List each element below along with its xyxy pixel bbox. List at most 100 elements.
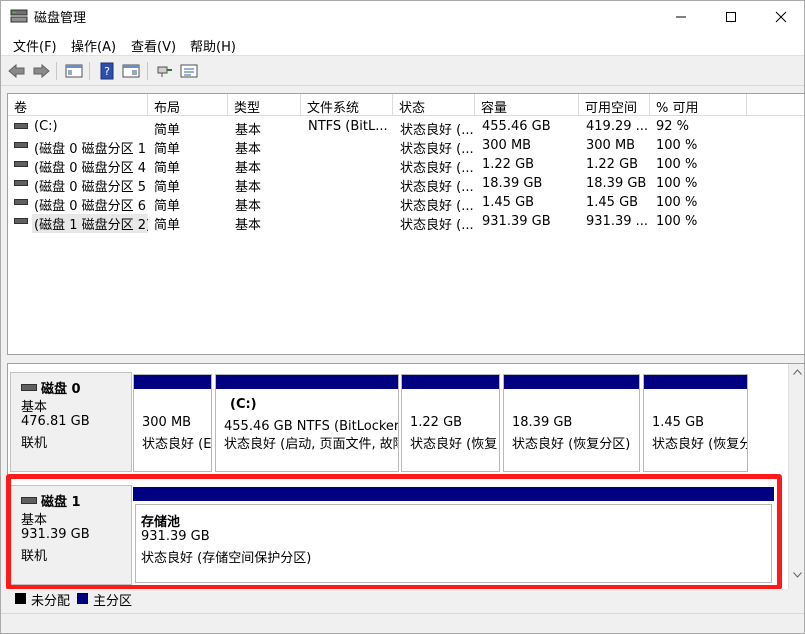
menu-file[interactable]: 文件(F) bbox=[13, 36, 57, 55]
col-header-layout[interactable]: 布局 bbox=[148, 94, 228, 116]
minimize-button[interactable] bbox=[656, 1, 706, 32]
col-header-filesystem[interactable]: 文件系统 bbox=[301, 94, 393, 116]
show-console-tree-button[interactable] bbox=[64, 61, 84, 81]
volume-capacity: 18.39 GB bbox=[482, 176, 543, 191]
volume-icon bbox=[14, 199, 28, 205]
volume-percent-free: 100 % bbox=[656, 176, 698, 191]
partition-block[interactable]: 1.22 GB 状态良好 (恢复 bbox=[401, 374, 500, 472]
col-header-volume[interactable]: 卷 bbox=[8, 94, 148, 116]
partition-block-storage-pool[interactable]: 存储池 931.39 GB 状态良好 (存储空间保护分区) bbox=[133, 487, 774, 585]
volume-free-space: 1.45 GB bbox=[586, 195, 639, 210]
partition-block[interactable]: 18.39 GB 状态良好 (恢复分区) bbox=[503, 374, 640, 472]
close-button[interactable] bbox=[756, 1, 804, 32]
volume-icon bbox=[14, 180, 28, 186]
rescan-disks-button[interactable] bbox=[155, 61, 175, 81]
disk-0-label[interactable]: 磁盘 0 基本 476.81 GB 联机 bbox=[10, 372, 132, 472]
menu-view[interactable]: 查看(V) bbox=[131, 36, 176, 55]
graph-vertical-scrollbar[interactable] bbox=[788, 364, 804, 606]
partition-block[interactable]: 1.45 GB 状态良好 (恢复分 bbox=[643, 374, 748, 472]
disk-type: 基本 bbox=[21, 400, 48, 415]
window-title: 磁盘管理 bbox=[34, 11, 87, 26]
partition-status: 状态良好 (存储空间保护分区) bbox=[141, 551, 312, 566]
disk-graphical-view[interactable]: 磁盘 0 基本 476.81 GB 联机 300 MB 状态良好 (E (C:)… bbox=[7, 363, 804, 607]
col-header-free-space[interactable]: 可用空间 bbox=[579, 94, 650, 116]
volume-row[interactable]: (磁盘 0 磁盘分区 4) 简单 基本 状态良好 (... 1.22 GB 1.… bbox=[8, 155, 804, 176]
primary-partition-bar bbox=[644, 375, 747, 389]
partition-title: (C:) bbox=[230, 397, 257, 412]
maximize-button[interactable] bbox=[706, 1, 756, 32]
pane-splitter[interactable] bbox=[1, 355, 804, 363]
volume-capacity: 300 MB bbox=[482, 138, 532, 153]
partition-size: 300 MB bbox=[142, 415, 192, 430]
volume-row[interactable]: (磁盘 0 磁盘分区 1) 简单 基本 状态良好 (... 300 MB 300… bbox=[8, 136, 804, 157]
volume-percent-free: 100 % bbox=[656, 214, 698, 229]
partition-size: 455.46 GB NTFS (BitLocker 已 bbox=[224, 419, 399, 434]
partition-status: 状态良好 (启动, 页面文件, 故障 bbox=[224, 437, 399, 452]
col-header-filler bbox=[747, 94, 804, 116]
partition-status: 状态良好 (恢复分 bbox=[652, 437, 748, 452]
console-tree-icon bbox=[65, 64, 83, 78]
volume-list[interactable]: 卷 布局 类型 文件系统 状态 容量 可用空间 % 可用 (C:) 简单 基本 … bbox=[7, 93, 804, 355]
close-icon bbox=[775, 11, 787, 22]
forward-button[interactable] bbox=[31, 61, 51, 81]
volume-filesystem: NTFS (BitL... bbox=[308, 119, 388, 134]
legend-primary: 主分区 bbox=[93, 594, 133, 609]
col-header-percent-free[interactable]: % 可用 bbox=[650, 94, 747, 116]
disk-state: 联机 bbox=[21, 436, 48, 451]
disk-1-label[interactable]: 磁盘 1 基本 931.39 GB 联机 bbox=[10, 485, 132, 585]
volume-icon bbox=[14, 142, 28, 148]
back-arrow-icon bbox=[8, 63, 25, 79]
disk-name: 磁盘 0 bbox=[41, 382, 81, 397]
volume-percent-free: 92 % bbox=[656, 119, 690, 134]
volume-capacity: 455.46 GB bbox=[482, 119, 551, 134]
partition-block-c-drive[interactable]: (C:) 455.46 GB NTFS (BitLocker 已 状态良好 (启… bbox=[215, 374, 399, 472]
properties-view-button[interactable] bbox=[121, 61, 141, 81]
disk-size: 476.81 GB bbox=[21, 414, 90, 429]
volume-capacity: 1.22 GB bbox=[482, 157, 535, 172]
primary-partition-bar bbox=[133, 487, 774, 501]
toolbar-separator bbox=[56, 62, 57, 80]
volume-free-space: 18.39 GB bbox=[586, 176, 647, 191]
col-header-capacity[interactable]: 容量 bbox=[475, 94, 579, 116]
help-book-icon: ? bbox=[100, 62, 114, 80]
settings-list-button[interactable] bbox=[179, 61, 199, 81]
disk-icon bbox=[21, 384, 37, 391]
volume-capacity: 1.45 GB bbox=[482, 195, 535, 210]
volume-percent-free: 100 % bbox=[656, 157, 698, 172]
col-header-status[interactable]: 状态 bbox=[393, 94, 475, 116]
menu-action[interactable]: 操作(A) bbox=[71, 36, 116, 55]
volume-row[interactable]: (磁盘 0 磁盘分区 5) 简单 基本 状态良好 (... 18.39 GB 1… bbox=[8, 174, 804, 195]
checklist-icon bbox=[180, 64, 198, 78]
primary-partition-bar bbox=[216, 375, 398, 389]
partition-status: 状态良好 (E bbox=[142, 437, 212, 452]
menu-bar: 文件(F) 操作(A) 查看(V) 帮助(H) bbox=[1, 32, 804, 56]
volume-row[interactable]: (磁盘 0 磁盘分区 6) 简单 基本 状态良好 (... 1.45 GB 1.… bbox=[8, 193, 804, 214]
primary-partition-swatch bbox=[77, 593, 88, 604]
disk-management-app-icon bbox=[10, 9, 28, 23]
back-button[interactable] bbox=[7, 61, 27, 81]
volume-icon bbox=[14, 123, 28, 129]
disk-size: 931.39 GB bbox=[21, 527, 90, 542]
volume-percent-free: 100 % bbox=[656, 138, 698, 153]
col-header-type[interactable]: 类型 bbox=[228, 94, 301, 116]
partition-block[interactable]: 300 MB 状态良好 (E bbox=[133, 374, 212, 472]
partition-status: 状态良好 (恢复分区) bbox=[512, 437, 631, 452]
volume-free-space: 300 MB bbox=[586, 138, 636, 153]
scroll-up-icon[interactable] bbox=[793, 369, 802, 375]
scroll-down-icon[interactable] bbox=[793, 572, 802, 578]
volume-row[interactable]: (C:) 简单 基本 NTFS (BitL... 状态良好 (... 455.4… bbox=[8, 117, 804, 138]
disk-type: 基本 bbox=[21, 513, 48, 528]
disk-management-window: 磁盘管理 文件(F) 操作(A) 查看(V) 帮助(H) ? 卷 布局 类型 文… bbox=[0, 0, 805, 634]
partition-size: 931.39 GB bbox=[141, 529, 210, 544]
forward-arrow-icon bbox=[33, 63, 50, 79]
help-button[interactable]: ? bbox=[97, 61, 117, 81]
volume-row-selected[interactable]: (磁盘 1 磁盘分区 2) 简单 基本 状态良好 (... 931.39 GB … bbox=[8, 212, 804, 233]
status-bar bbox=[1, 613, 804, 633]
toolbar-separator bbox=[147, 62, 148, 80]
menu-help[interactable]: 帮助(H) bbox=[190, 36, 236, 55]
connect-icon bbox=[157, 66, 172, 77]
primary-partition-bar bbox=[504, 375, 639, 389]
volume-name: (C:) bbox=[34, 119, 58, 134]
volume-percent-free: 100 % bbox=[656, 195, 698, 210]
volume-layout: 简单 bbox=[154, 218, 181, 233]
